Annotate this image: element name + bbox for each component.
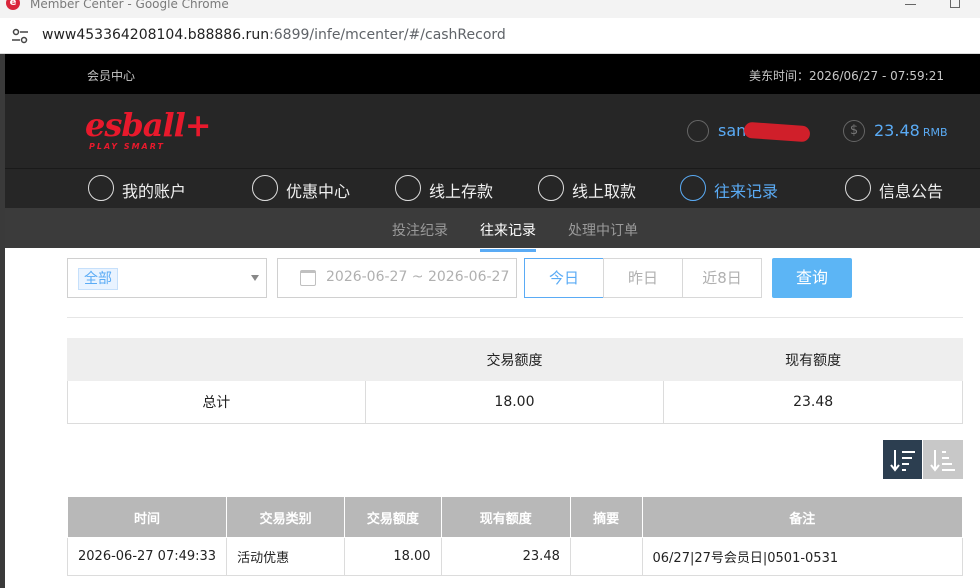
col-header-summary[interactable]: 摘要 (569, 496, 643, 538)
date-range-value: 2026-06-27 ~ 2026-06-27 (326, 269, 510, 285)
records-table: 时间 交易类别 交易额度 现有额度 摘要 备注 2026-06-27 07:49… (66, 496, 963, 576)
col-header-balance[interactable]: 现有额度 (440, 496, 571, 538)
url-path: :6899/infe/mcenter/#/cashRecord (269, 27, 506, 43)
records-header-row: 时间 交易类别 交易额度 现有额度 摘要 备注 (66, 496, 963, 538)
user-icon (88, 175, 114, 201)
col-header-type[interactable]: 交易类别 (226, 496, 346, 538)
url-host: www453364208104.b88886.run (42, 27, 270, 43)
query-button[interactable]: 查询 (772, 258, 852, 298)
cell-balance: 23.48 (440, 537, 571, 576)
sort-descending-icon (890, 450, 915, 472)
divider (67, 317, 963, 318)
main-nav: 我的账户 优惠中心 线上存款 线上取款 往来记录 信息公告 (5, 168, 980, 208)
yesterday-button[interactable]: 昨日 (603, 258, 683, 298)
summary-total-label: 总计 (67, 380, 366, 424)
summary-total-balance: 23.48 (663, 380, 963, 424)
minimize-icon[interactable] (905, 4, 916, 5)
chevron-down-icon (251, 275, 259, 281)
sort-ascending-button[interactable] (923, 440, 963, 479)
withdraw-icon (538, 175, 564, 201)
summary-header-row: 交易额度 现有额度 (67, 338, 963, 381)
tab-pending-orders[interactable]: 处理中订单 (568, 220, 638, 240)
summary-header-balance: 现有额度 (663, 338, 963, 381)
username: san (718, 121, 747, 140)
sort-ascending-icon (930, 450, 955, 472)
deposit-icon (395, 175, 421, 201)
address-bar[interactable]: www453364208104.b88886.run:6899/infe/mce… (0, 18, 980, 54)
col-header-amount[interactable]: 交易额度 (344, 496, 442, 538)
balance-value: 23.48 (874, 121, 920, 140)
today-button[interactable]: 今日 (524, 258, 604, 298)
nav-label: 信息公告 (879, 182, 944, 201)
nav-label: 线上存款 (429, 182, 494, 201)
last-8-days-button[interactable]: 近8日 (682, 258, 762, 298)
records-icon (680, 175, 706, 201)
col-header-note[interactable]: 备注 (641, 496, 963, 538)
esball-logo[interactable]: esball+ PLAY SMART (85, 106, 212, 156)
table-row: 2026-06-27 07:49:33 活动优惠 18.00 23.48 06/… (66, 537, 963, 576)
sort-descending-button[interactable] (883, 440, 922, 479)
tab-bet-records[interactable]: 投注纪录 (392, 220, 448, 240)
window-title: Member Center - Google Chrome (30, 0, 229, 11)
selected-type-tag: 全部 (78, 268, 118, 290)
logo-tagline: PLAY SMART (89, 142, 165, 151)
member-center-label: 会员中心 (87, 69, 136, 83)
col-header-time[interactable]: 时间 (66, 496, 228, 538)
cell-note: 06/27|27号会员日|0501-0531 (641, 537, 963, 576)
cell-amount: 18.00 (344, 537, 442, 576)
gift-icon (252, 175, 278, 201)
app-icon: e (6, 0, 20, 10)
nav-label: 我的账户 (122, 182, 187, 201)
site-header: esball+ PLAY SMART san $ 23.48 RMB (5, 94, 980, 168)
eastern-time: 美东时间：2026/06/27 - 07:59:21 (748, 69, 944, 83)
tab-transaction-records[interactable]: 往来记录 (480, 220, 536, 252)
window-title-bar: e Member Center - Google Chrome (0, 0, 980, 18)
nav-label: 往来记录 (714, 182, 779, 201)
summary-total-row: 总计 18.00 23.48 (67, 380, 963, 424)
nav-label: 线上取款 (572, 182, 637, 201)
top-info-bar: 会员中心 美东时间：2026/06/27 - 07:59:21 (5, 54, 980, 94)
url-text[interactable]: www453364208104.b88886.run:6899/infe/mce… (42, 27, 506, 43)
redaction-mark (743, 121, 811, 143)
user-icon (687, 120, 709, 142)
cell-type: 活动优惠 (226, 537, 346, 576)
dollar-icon: $ (843, 120, 865, 142)
summary-header-amount: 交易额度 (364, 338, 665, 381)
logo-text: esball+ (85, 106, 212, 144)
maximize-icon[interactable] (950, 0, 960, 8)
calendar-icon (300, 270, 316, 286)
summary-total-amount: 18.00 (364, 380, 665, 424)
summary-table: 交易额度 现有额度 总计 18.00 23.48 (67, 338, 963, 424)
balance: 23.48 RMB (874, 121, 948, 140)
summary-header-empty (67, 338, 366, 381)
transaction-type-select[interactable]: 全部 (67, 258, 267, 298)
site-settings-icon[interactable] (10, 27, 30, 45)
sub-nav: 投注纪录 往来记录 处理中订单 (5, 208, 980, 252)
cell-time: 2026-06-27 07:49:33 (66, 537, 228, 576)
balance-unit: RMB (922, 126, 948, 139)
bell-icon (845, 175, 871, 201)
cell-summary (569, 537, 643, 576)
member-center-page: 会员中心 美东时间：2026/06/27 - 07:59:21 esball+ … (5, 54, 980, 588)
nav-label: 优惠中心 (286, 182, 351, 201)
date-range-picker[interactable]: 2026-06-27 ~ 2026-06-27 (277, 258, 517, 298)
